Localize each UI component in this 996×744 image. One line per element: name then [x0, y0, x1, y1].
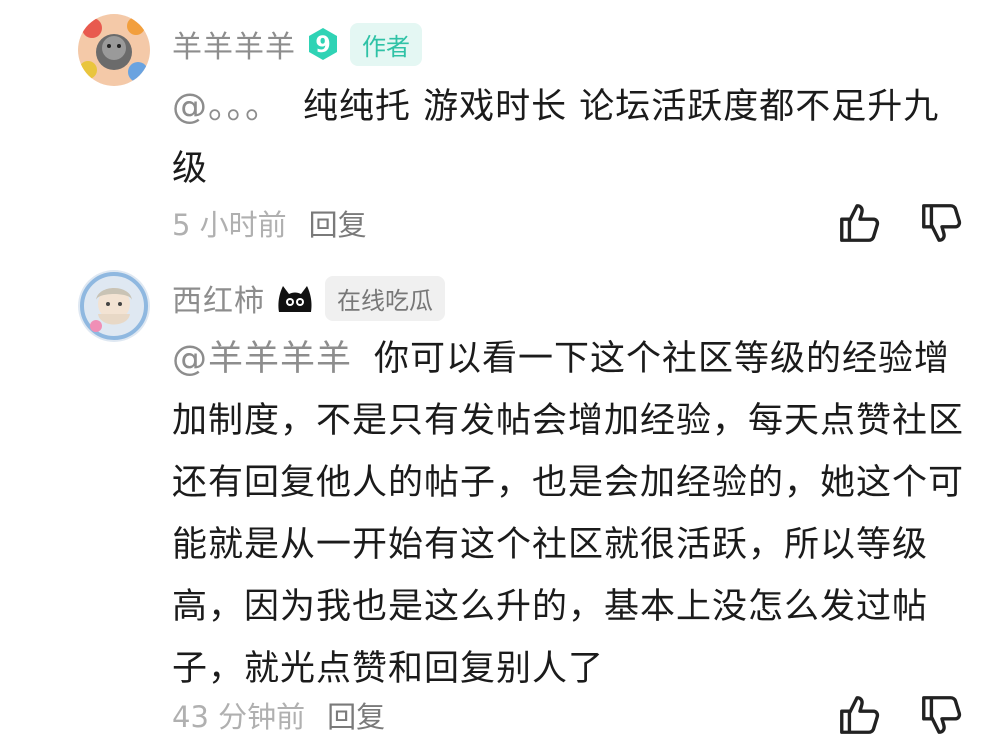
comment-body: @羊羊羊羊 你可以看一下这个社区等级的经验增加制度，不是只有发帖会增加经验，每天点… — [172, 328, 972, 700]
thumbs-down-icon[interactable] — [918, 692, 964, 738]
comment-body: @。。。 纯纯托 游戏时长 论坛活跃度都不足升九级 — [172, 76, 972, 200]
reply-button[interactable]: 回复 — [309, 202, 367, 244]
comment-text: 纯纯托 游戏时长 论坛活跃度都不足升九级 — [172, 87, 940, 189]
thumbs-up-icon[interactable] — [836, 692, 882, 738]
reply-button[interactable]: 回复 — [327, 694, 385, 736]
avatar[interactable] — [78, 270, 150, 342]
level-badge-icon: 9 — [306, 27, 340, 61]
comment-item: 羊羊羊羊 9 作者 @。。。 纯纯托 游戏时长 论坛活跃度都不足升九级 5 小时前… — [0, 0, 996, 260]
author-name[interactable]: 羊羊羊羊 — [172, 22, 296, 66]
thumbs-up-icon[interactable] — [836, 200, 882, 246]
avatar[interactable] — [78, 14, 150, 86]
black-cat-icon — [275, 282, 315, 314]
mention-link[interactable]: @羊羊羊羊 — [172, 339, 352, 379]
comment-header: 西红柿 在线吃瓜 — [172, 275, 445, 321]
comment-meta: 5 小时前 回复 — [172, 202, 367, 244]
status-badge: 在线吃瓜 — [325, 275, 445, 321]
author-name[interactable]: 西红柿 — [172, 276, 265, 320]
level-number: 9 — [315, 33, 330, 58]
mention-link[interactable]: @。。。 — [172, 87, 281, 127]
thumbs-down-icon[interactable] — [918, 200, 964, 246]
timestamp: 43 分钟前 — [172, 700, 306, 734]
comment-text: 你可以看一下这个社区等级的经验增加制度，不是只有发帖会增加经验，每天点赞社区还有… — [172, 339, 965, 689]
comment-item: 西红柿 在线吃瓜 @羊羊羊羊 你可以看一下这个社区等级的经验增加制度，不是只有发帖… — [0, 262, 996, 744]
timestamp: 5 小时前 — [172, 208, 287, 242]
comment-meta: 43 分钟前 回复 — [172, 694, 385, 736]
comment-header: 羊羊羊羊 9 作者 — [172, 22, 422, 66]
author-tag: 作者 — [350, 22, 422, 66]
